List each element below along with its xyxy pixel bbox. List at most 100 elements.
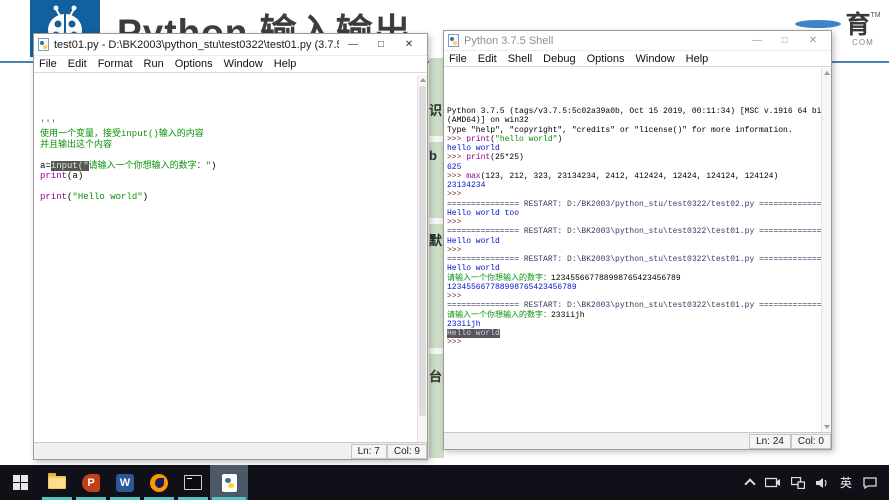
- shell-menu-edit[interactable]: Edit: [478, 53, 497, 65]
- code-line: >>> max(123, 212, 323, 23134234, 2412, 4…: [447, 172, 831, 181]
- code-segment: print: [466, 153, 491, 163]
- shell-menu-shell[interactable]: Shell: [508, 53, 532, 65]
- maximize-icon[interactable]: □: [771, 31, 799, 51]
- code-line: >>>: [447, 338, 831, 347]
- close-icon[interactable]: ✕: [799, 31, 827, 51]
- editor-menu-help[interactable]: Help: [274, 58, 297, 70]
- code-line: Hello world: [447, 264, 831, 273]
- editor-col-indicator: Col: 9: [386, 443, 427, 459]
- taskbar: P W 英: [0, 465, 889, 500]
- code-segment: >>>: [447, 338, 467, 348]
- code-segment: >>>: [447, 190, 467, 200]
- hidden-icons-chevron-icon[interactable]: [744, 477, 756, 490]
- shell-menu-file[interactable]: File: [449, 53, 467, 65]
- slide-text-fragment: b: [429, 148, 437, 163]
- code-segment: 请输入一个你想输入的数字：: [447, 310, 551, 320]
- code-segment: Python 3.7.5 (tags/v3.7.5:5c02a39a0b, Oc…: [447, 107, 827, 116]
- scroll-up-icon[interactable]: [420, 78, 426, 82]
- editor-titlebar[interactable]: test01.py - D:\BK2003\python_stu\test032…: [34, 34, 427, 56]
- taskbar-item-explorer[interactable]: [40, 465, 74, 500]
- maximize-icon[interactable]: □: [367, 35, 395, 55]
- code-line: Type "help", "copyright", "credits" or "…: [447, 126, 831, 135]
- code-line: 123455667788998765423456789: [447, 283, 831, 292]
- taskbar-item-powerpoint[interactable]: P: [74, 465, 108, 500]
- code-line: (AMD64)] on win32: [447, 116, 831, 125]
- taskbar-item-idle-active[interactable]: [210, 465, 248, 500]
- code-segment: ''': [40, 119, 57, 129]
- editor-menu-format[interactable]: Format: [98, 58, 133, 70]
- code-segment: ): [142, 191, 149, 202]
- slide-text-fragment: 默: [429, 233, 443, 248]
- shell-scrollbar[interactable]: [821, 68, 831, 432]
- action-center-icon[interactable]: [863, 476, 877, 489]
- editor-menu-file[interactable]: File: [39, 58, 57, 70]
- shell-menu-options[interactable]: Options: [587, 53, 625, 65]
- firefox-icon: [150, 473, 168, 492]
- code-segment: 123455667788998765423456789: [551, 273, 681, 283]
- code-line: =============== RESTART: D:\BK2003\pytho…: [447, 255, 831, 264]
- brand-character: 育: [845, 11, 871, 39]
- editor-statusbar: Ln: 7 Col: 9: [34, 442, 427, 459]
- brand-logo: 育TM COM: [840, 12, 886, 47]
- code-line: 使用一个变量，接受input()输入的内容: [40, 129, 427, 139]
- scroll-up-icon[interactable]: [824, 71, 830, 75]
- taskbar-item-word[interactable]: W: [108, 465, 142, 500]
- code-segment: >>>: [447, 218, 467, 227]
- code-line: >>>: [447, 218, 831, 227]
- shell-menu-help[interactable]: Help: [686, 53, 709, 65]
- code-line: 23134234: [447, 181, 831, 190]
- editor-menu-window[interactable]: Window: [224, 58, 263, 70]
- screen-capture-icon[interactable]: [764, 477, 780, 488]
- code-line: 请输入一个你想输入的数字：233iijh: [447, 311, 831, 320]
- editor-scrollbar[interactable]: [417, 75, 427, 442]
- brand-swoosh: [795, 20, 841, 28]
- shell-titlebar[interactable]: Python 3.7.5 Shell — □ ✕: [444, 31, 831, 51]
- scrollbar-thumb[interactable]: [419, 86, 426, 416]
- command-prompt-icon: [184, 475, 202, 490]
- taskbar-item-firefox[interactable]: [142, 465, 176, 500]
- editor-window-title: test01.py - D:\BK2003\python_stu\test032…: [54, 38, 339, 51]
- code-line: 233iijh: [447, 320, 831, 329]
- editor-line-indicator: Ln: 7: [350, 443, 387, 459]
- code-segment: 请输入一个你想输入的数字：": [88, 160, 212, 171]
- shell-menu-debug[interactable]: Debug: [543, 53, 575, 65]
- editor-text-area[interactable]: ''' 使用一个变量，接受input()输入的内容 并且输出这个内容 a=input…: [34, 75, 427, 442]
- minimize-icon[interactable]: —: [339, 35, 367, 55]
- editor-menu-run[interactable]: Run: [144, 58, 164, 70]
- code-line: >>>: [447, 190, 831, 199]
- code-line: =============== RESTART: D:\BK2003\pytho…: [447, 301, 831, 310]
- ime-language-indicator[interactable]: 英: [840, 474, 852, 491]
- python-idle-icon: [221, 473, 237, 492]
- start-button[interactable]: [0, 465, 40, 500]
- close-icon[interactable]: ✕: [395, 35, 423, 55]
- code-segment: ): [211, 160, 217, 171]
- word-icon: W: [116, 473, 134, 492]
- shell-window: Python 3.7.5 Shell — □ ✕ File Edit Shell De…: [443, 30, 832, 450]
- shell-menu-window[interactable]: Window: [636, 53, 675, 65]
- code-segment: Hello world: [447, 264, 500, 274]
- code-segment: >>>: [447, 171, 467, 181]
- code-line: Hello world: [447, 329, 831, 338]
- shell-text-area[interactable]: Python 3.7.5 (tags/v3.7.5:5c02a39a0b, Oc…: [444, 68, 831, 432]
- scroll-down-icon[interactable]: [824, 425, 830, 429]
- editor-menu-edit[interactable]: Edit: [68, 58, 87, 70]
- code-segment: ): [557, 134, 563, 144]
- code-segment: =============== RESTART: D:\BK2003\pytho…: [447, 255, 831, 264]
- code-line: 并且输出这个内容: [40, 140, 427, 150]
- code-segment: print: [466, 134, 491, 144]
- volume-icon[interactable]: [815, 477, 829, 489]
- code-line: ''': [40, 119, 427, 129]
- editor-menu-options[interactable]: Options: [175, 58, 213, 70]
- shell-line-indicator: Ln: 24: [749, 433, 791, 449]
- band-divider: [429, 348, 444, 354]
- minimize-icon[interactable]: —: [743, 31, 771, 51]
- code-line: >>>: [447, 292, 831, 301]
- code-segment: 123455667788998765423456789: [447, 282, 577, 292]
- code-line: 625: [447, 163, 831, 172]
- taskbar-item-cmd[interactable]: [176, 465, 210, 500]
- code-segment: print: [40, 191, 68, 202]
- network-icon[interactable]: [790, 476, 805, 489]
- code-line: Hello world: [447, 237, 831, 246]
